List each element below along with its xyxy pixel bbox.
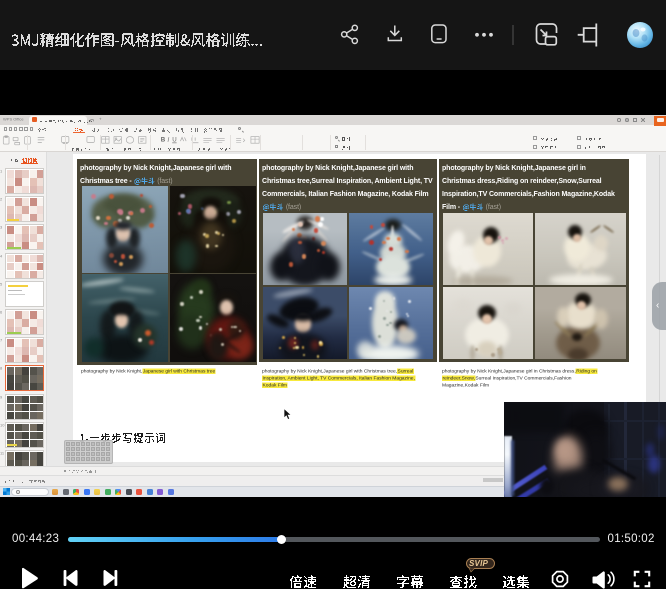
svg-text:B: B	[161, 137, 166, 144]
svg-text:I: I	[166, 138, 170, 144]
svg-text:U: U	[172, 137, 176, 144]
